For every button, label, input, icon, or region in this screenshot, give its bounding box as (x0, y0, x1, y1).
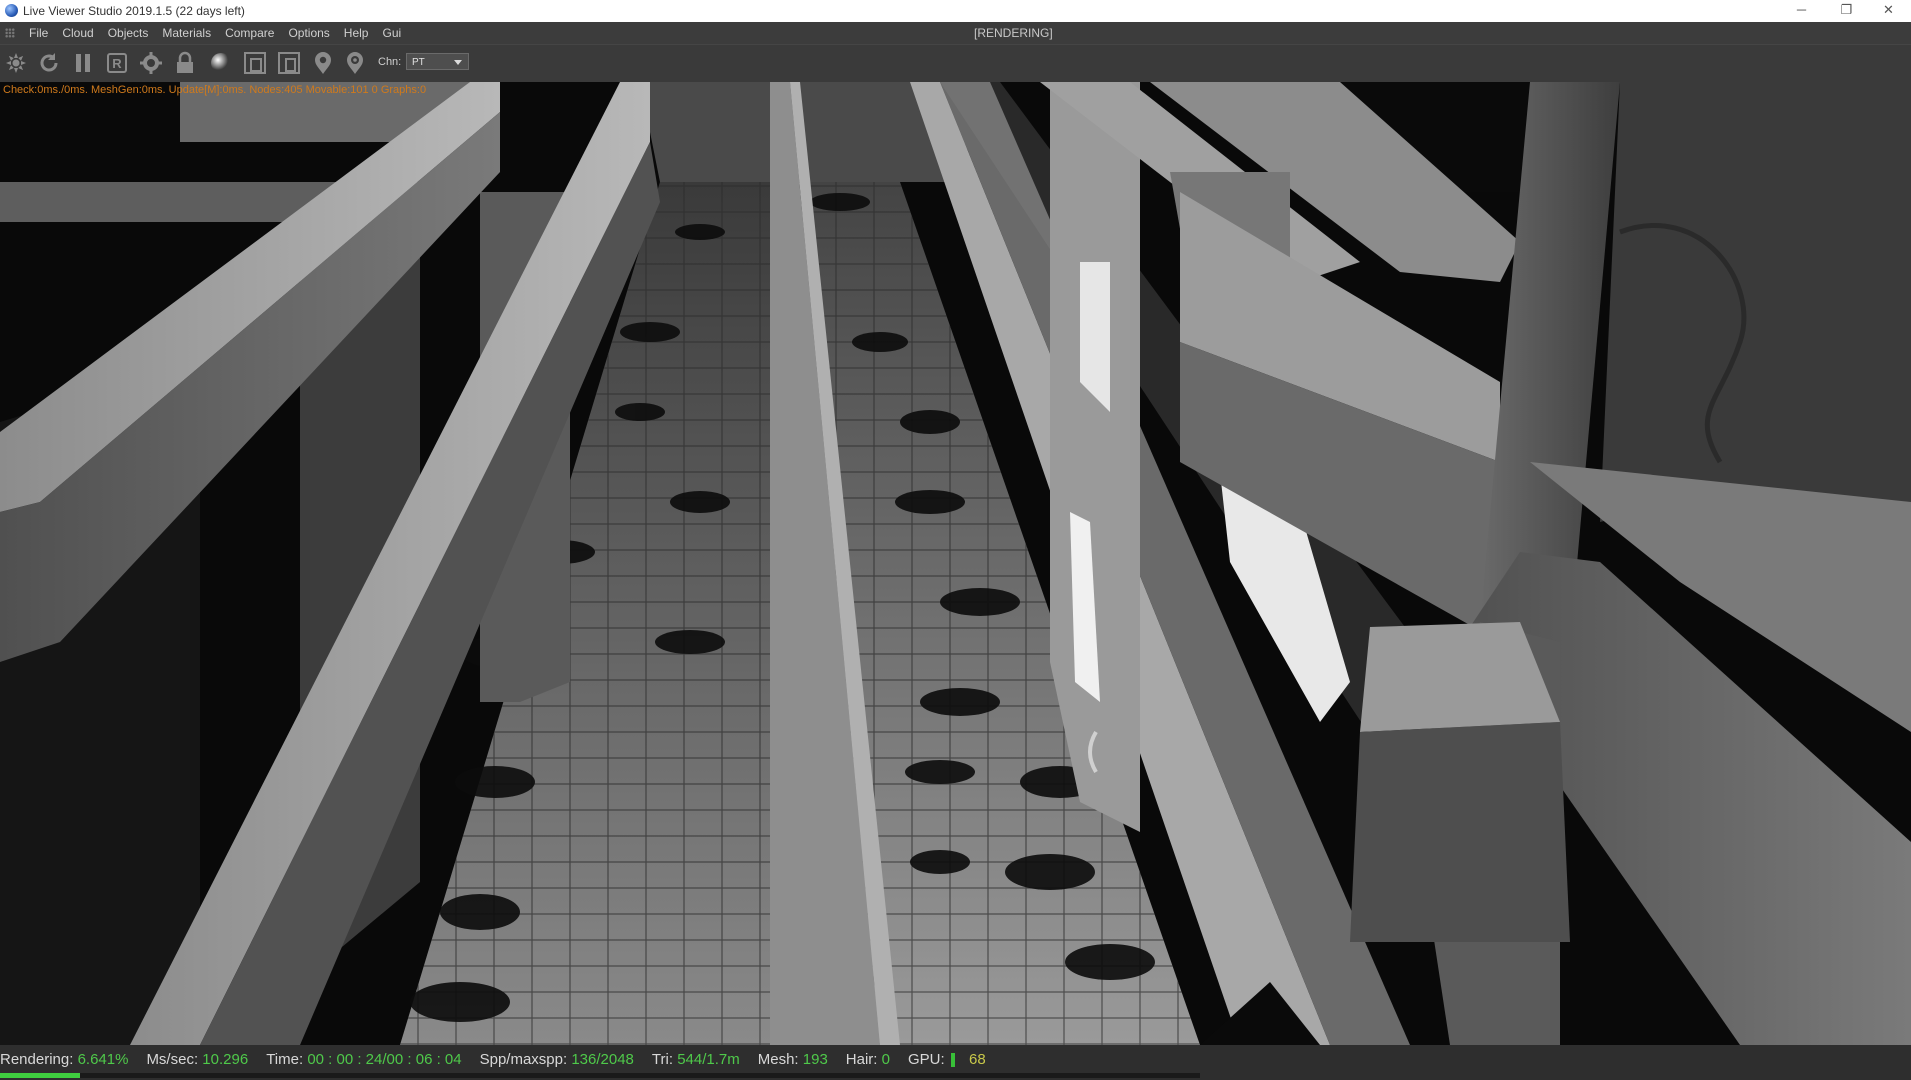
menu-materials[interactable]: Materials (155, 22, 218, 44)
minimize-button[interactable]: ─ (1779, 0, 1824, 22)
ms-value: 10.296 (202, 1050, 249, 1068)
menu-bar: File Cloud Objects Materials Compare Opt… (0, 22, 1911, 44)
svg-text:R: R (112, 56, 122, 71)
menu-grip-icon (5, 28, 15, 38)
menu-compare[interactable]: Compare (218, 22, 281, 44)
render-state-label: [RENDERING] (974, 26, 1053, 40)
ms-label: Ms/sec: (146, 1050, 199, 1068)
pick-material-icon[interactable] (342, 50, 368, 76)
menu-objects[interactable]: Objects (101, 22, 156, 44)
mesh-stat: Mesh: 193 (758, 1051, 828, 1068)
spp-value: 136/2048 (571, 1050, 634, 1068)
rendering-label: Rendering: (0, 1050, 74, 1068)
restore-button[interactable]: ❐ (1824, 0, 1869, 22)
menu-gui[interactable]: Gui (375, 22, 408, 44)
close-button[interactable]: ✕ (1866, 0, 1911, 22)
render-region-icon[interactable]: R (104, 50, 130, 76)
pause-icon[interactable] (70, 50, 96, 76)
menu-file[interactable]: File (22, 22, 55, 44)
mesh-value: 193 (802, 1050, 828, 1068)
send-scene-icon[interactable] (3, 50, 29, 76)
channel-select-value: PT (412, 57, 425, 68)
time-stat: Time: 00 : 00 : 24/00 : 06 : 04 (266, 1051, 461, 1068)
title-bar: Live Viewer Studio 2019.1.5 (22 days lef… (0, 0, 1911, 22)
hair-label: Hair: (845, 1050, 878, 1068)
menu-options[interactable]: Options (281, 22, 336, 44)
window-title: Live Viewer Studio 2019.1.5 (22 days lef… (23, 4, 245, 18)
hair-stat: Hair: 0 (846, 1051, 890, 1068)
restart-render-icon[interactable] (36, 50, 62, 76)
lock-icon[interactable] (172, 50, 198, 76)
channel-label: Chn: (378, 56, 402, 68)
rendered-scene-image (0, 82, 1911, 1045)
gpu-stat: GPU: 68 (908, 1051, 986, 1068)
material-sphere-icon[interactable] (208, 50, 234, 76)
spp-stat: Spp/maxspp: 136/2048 (480, 1051, 634, 1068)
main-menu: File Cloud Objects Materials Compare Opt… (22, 22, 408, 44)
rendering-value: 6.641% (77, 1050, 129, 1068)
ms-per-sec-stat: Ms/sec: 10.296 (146, 1051, 248, 1068)
gpu-usage-bar (950, 1052, 955, 1067)
tri-stat: Tri: 544/1.7m (652, 1051, 740, 1068)
gpu-value: 68 (969, 1050, 986, 1068)
menu-cloud[interactable]: Cloud (55, 22, 100, 44)
render-progress-bar (0, 1073, 1200, 1078)
hair-value: 0 (881, 1050, 890, 1068)
render-viewport[interactable]: Check:0ms./0ms. MeshGen:0ms. Update[M]:0… (0, 82, 1911, 1045)
settings-gear-icon[interactable] (138, 50, 164, 76)
chevron-down-icon (454, 60, 462, 65)
debug-stats-text: Check:0ms./0ms. MeshGen:0ms. Update[M]:0… (3, 84, 427, 96)
camera-frame-icon[interactable] (242, 50, 268, 76)
rendering-stat: Rendering: 6.641% (0, 1051, 128, 1068)
tri-value: 544/1.7m (677, 1050, 740, 1068)
mesh-label: Mesh: (757, 1050, 799, 1068)
tri-label: Tri: (651, 1050, 674, 1068)
app-logo-icon (5, 4, 18, 17)
spp-label: Spp/maxspp: (479, 1050, 568, 1068)
film-region-icon[interactable] (276, 50, 302, 76)
menu-help[interactable]: Help (337, 22, 376, 44)
toolbar: R Chn: PT (0, 44, 1911, 84)
channel-select[interactable]: PT (406, 53, 469, 70)
gpu-label: GPU: (907, 1050, 945, 1068)
status-bar: Rendering: 6.641% Ms/sec: 10.296 Time: 0… (0, 1045, 1911, 1080)
pick-focus-icon[interactable] (310, 50, 336, 76)
render-stats: Rendering: 6.641% Ms/sec: 10.296 Time: 0… (0, 1045, 1004, 1073)
time-label: Time: (266, 1050, 304, 1068)
time-value: 00 : 00 : 24/00 : 06 : 04 (307, 1050, 462, 1068)
render-progress-fill (0, 1073, 80, 1078)
